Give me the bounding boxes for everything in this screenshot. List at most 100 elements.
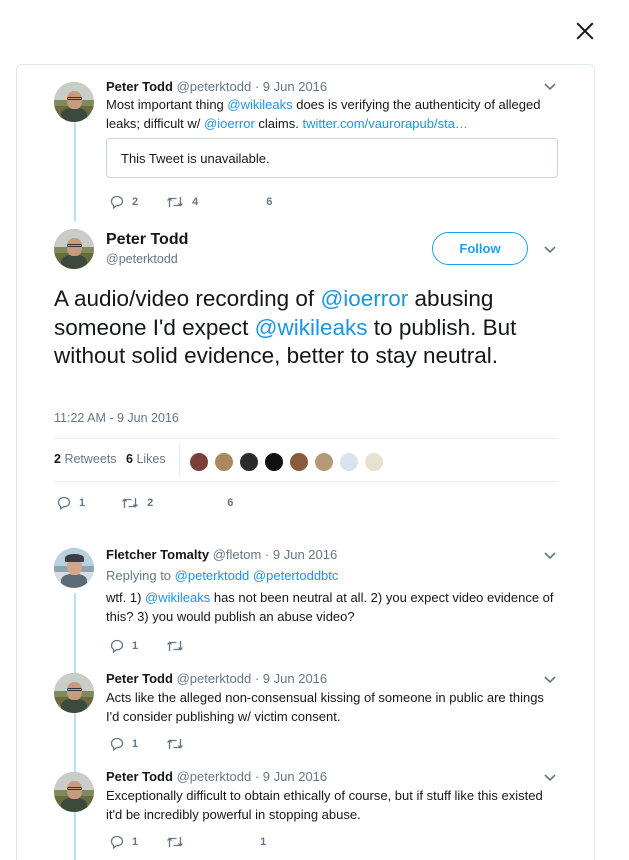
chevron-down-icon[interactable] bbox=[544, 552, 556, 564]
retweet-button[interactable] bbox=[166, 836, 184, 848]
like-button[interactable]: 6 bbox=[258, 196, 272, 208]
chevron-down-icon[interactable] bbox=[544, 83, 556, 95]
author-handle[interactable]: @peterktodd bbox=[177, 671, 252, 686]
author-handle[interactable]: @fletom bbox=[213, 547, 262, 562]
author-name[interactable]: Peter Todd bbox=[106, 769, 173, 784]
liker-avatar[interactable] bbox=[264, 452, 284, 472]
chevron-down-icon[interactable] bbox=[544, 676, 556, 688]
retweet-button[interactable] bbox=[166, 640, 184, 652]
retweet-count: 4 bbox=[192, 196, 199, 208]
tweet-text: wtf. 1) @wikileaks has not been neutral … bbox=[106, 589, 556, 626]
separator: · bbox=[254, 79, 260, 94]
likes-label: Likes bbox=[136, 452, 166, 466]
retweet-icon bbox=[167, 837, 184, 847]
text-segment: A audio/video recording of bbox=[54, 286, 321, 311]
liker-avatar[interactable] bbox=[239, 452, 259, 472]
reply-button[interactable]: 1 bbox=[110, 835, 138, 849]
tweet-date[interactable]: 9 Jun 2016 bbox=[273, 547, 337, 562]
retweet-icon bbox=[167, 641, 184, 651]
reply-button[interactable]: 1 bbox=[57, 496, 85, 510]
mention-link[interactable]: @ioerror bbox=[320, 286, 408, 311]
tweet-actions: 1 bbox=[110, 737, 184, 751]
liker-avatar[interactable] bbox=[189, 452, 209, 472]
tweet-actions: 2 4 6 bbox=[110, 195, 272, 209]
retweet-icon bbox=[167, 197, 184, 207]
liker-avatar[interactable] bbox=[289, 452, 309, 472]
like-count: 6 bbox=[227, 497, 234, 509]
retweets-stat[interactable]: 2 Retweets bbox=[54, 452, 117, 466]
chevron-down-icon[interactable] bbox=[544, 246, 556, 258]
like-button[interactable]: 1 bbox=[252, 836, 266, 848]
retweet-button[interactable] bbox=[166, 738, 184, 750]
author-handle[interactable]: @peterktodd bbox=[177, 769, 252, 784]
like-count: 1 bbox=[260, 836, 267, 848]
tweet-timestamp[interactable]: 11:22 AM - 9 Jun 2016 bbox=[54, 411, 179, 425]
mention-link[interactable]: @wikileaks bbox=[227, 97, 292, 112]
avatar[interactable] bbox=[54, 82, 94, 122]
liker-avatar[interactable] bbox=[214, 452, 234, 472]
author-name[interactable]: Fletcher Tomalty bbox=[106, 547, 209, 562]
mention-link[interactable]: @wikileaks bbox=[255, 315, 368, 340]
author-name[interactable]: Peter Todd bbox=[106, 231, 188, 249]
likes-count: 6 bbox=[126, 452, 133, 466]
quoted-tweet-unavailable: This Tweet is unavailable. bbox=[106, 138, 558, 178]
mention-link[interactable]: @peterktodd bbox=[175, 568, 250, 583]
author-name[interactable]: Peter Todd bbox=[106, 671, 173, 686]
retweets-label: Retweets bbox=[64, 452, 117, 466]
author-handle[interactable]: @peterktodd bbox=[106, 252, 178, 266]
liker-avatar[interactable] bbox=[339, 452, 359, 472]
retweet-count: 2 bbox=[147, 497, 154, 509]
reply-count: 1 bbox=[132, 836, 139, 848]
url-link[interactable]: twitter.com/vaurorapub/sta… bbox=[302, 116, 467, 131]
like-button[interactable]: 6 bbox=[219, 497, 233, 509]
close-icon[interactable] bbox=[572, 18, 598, 44]
follow-button[interactable]: Follow bbox=[432, 232, 528, 265]
tweet-actions: 1 bbox=[110, 639, 184, 653]
tweet-stats: 2 Retweets 6 Likes bbox=[54, 438, 558, 482]
tweet-actions: 1 2 6 bbox=[57, 496, 233, 510]
replying-to-label: Replying to bbox=[106, 568, 175, 583]
mention-link[interactable]: @ioerror bbox=[204, 116, 255, 131]
liker-avatar[interactable] bbox=[364, 452, 384, 472]
reply-button[interactable]: 1 bbox=[110, 639, 138, 653]
reply-icon bbox=[110, 835, 124, 849]
thread-line bbox=[74, 109, 76, 221]
avatar[interactable] bbox=[54, 673, 94, 713]
reply-icon bbox=[110, 639, 124, 653]
mention-link[interactable]: @petertoddbtc bbox=[253, 568, 338, 583]
reply-count: 1 bbox=[132, 738, 139, 750]
reply-button[interactable]: 2 bbox=[110, 195, 138, 209]
tweet-date[interactable]: 9 Jun 2016 bbox=[263, 671, 327, 686]
reply-count: 2 bbox=[132, 196, 139, 208]
reply-icon bbox=[110, 195, 124, 209]
author-name[interactable]: Peter Todd bbox=[106, 79, 173, 94]
tweet-header: Peter Todd @peterktodd · 9 Jun 2016 bbox=[106, 79, 327, 94]
separator: · bbox=[254, 769, 260, 784]
retweet-icon bbox=[122, 498, 139, 508]
mention-link[interactable]: @wikileaks bbox=[145, 590, 210, 605]
tweet-text: Most important thing @wikileaks does is … bbox=[106, 96, 556, 133]
replying-to: Replying to @peterktodd @petertoddbtc bbox=[106, 567, 556, 586]
tweet-actions: 1 1 bbox=[110, 835, 266, 849]
like-count: 6 bbox=[266, 196, 273, 208]
tweet-date[interactable]: 9 Jun 2016 bbox=[263, 769, 327, 784]
reply-button[interactable]: 1 bbox=[110, 737, 138, 751]
thread-line bbox=[74, 593, 76, 860]
reply-icon bbox=[57, 496, 71, 510]
avatar[interactable] bbox=[54, 229, 94, 269]
avatar[interactable] bbox=[54, 548, 94, 588]
reply-count: 1 bbox=[132, 640, 139, 652]
avatar[interactable] bbox=[54, 772, 94, 812]
liker-avatar[interactable] bbox=[314, 452, 334, 472]
likes-stat[interactable]: 6 Likes bbox=[126, 452, 166, 466]
retweet-button[interactable]: 4 bbox=[166, 196, 198, 208]
text-segment: wtf. 1) bbox=[106, 590, 146, 605]
tweet-text: Exceptionally difficult to obtain ethica… bbox=[106, 788, 543, 822]
tweet-date[interactable]: 9 Jun 2016 bbox=[263, 79, 327, 94]
chevron-down-icon[interactable] bbox=[544, 774, 556, 786]
text-segment: Most important thing bbox=[106, 97, 228, 112]
author-handle[interactable]: @peterktodd bbox=[177, 79, 252, 94]
retweet-button[interactable]: 2 bbox=[121, 497, 153, 509]
tweet-header: Fletcher Tomalty @fletom · 9 Jun 2016 bbox=[106, 547, 337, 562]
text-segment: claims. bbox=[254, 115, 303, 131]
